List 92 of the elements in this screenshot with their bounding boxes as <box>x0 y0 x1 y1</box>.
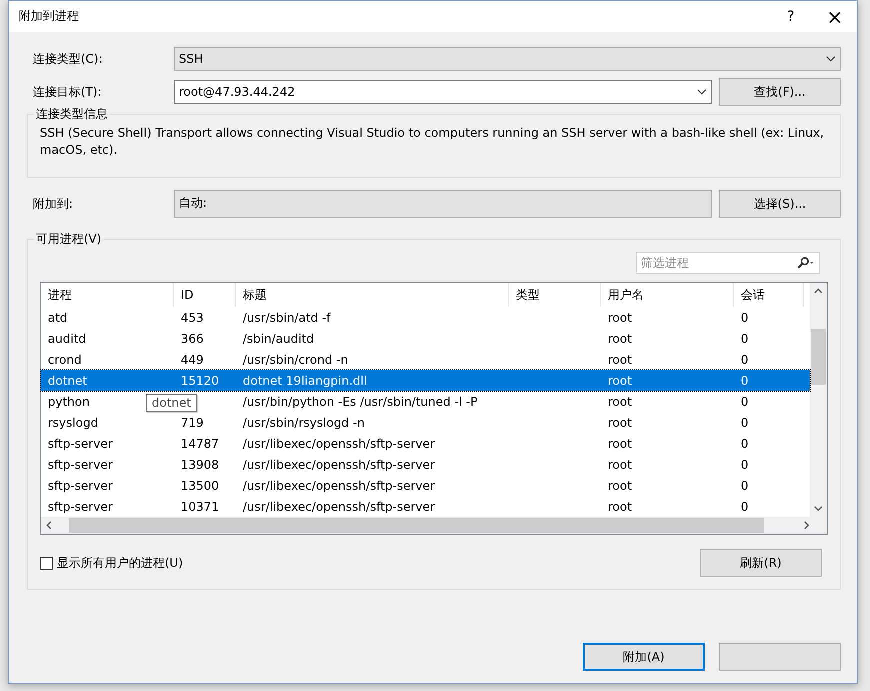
close-button[interactable]: × <box>813 1 857 32</box>
process-row[interactable]: atd 453 /usr/sbin/atd -f root 0 <box>41 307 810 328</box>
find-button[interactable]: 查找(F)... <box>719 78 841 106</box>
table-cell: dotnet 19liangpin.dll <box>243 374 368 388</box>
table-cell: 0 <box>741 478 749 492</box>
table-cell: root <box>608 478 632 492</box>
table-cell: 0 <box>741 332 749 346</box>
scroll-down-icon[interactable] <box>814 506 823 512</box>
field-label: 连接类型(C): <box>32 50 104 68</box>
window-title: 附加到进程 <box>19 8 80 25</box>
caret-icon <box>697 89 707 95</box>
connection-type-dropdown[interactable]: SSH <box>174 47 841 71</box>
process-row[interactable]: dotnet 15120 dotnet 19liangpin.dll root 0 <box>41 370 810 391</box>
table-cell: root <box>608 416 632 430</box>
table-cell: /usr/sbin/rsyslogd -n <box>243 416 365 430</box>
column-header[interactable]: 进程 <box>41 283 174 307</box>
column-header[interactable]: 会话 <box>734 283 804 307</box>
table-cell: crond <box>48 352 82 366</box>
table-cell: /usr/sbin/crond -n <box>243 352 348 366</box>
caret-icon <box>826 56 836 62</box>
table-cell: 453 <box>181 310 204 324</box>
table-cell: sftp-server <box>48 436 113 450</box>
scroll-left-icon[interactable] <box>46 521 52 530</box>
column-header[interactable]: 类型 <box>509 283 601 307</box>
table-cell: 13500 <box>181 478 220 492</box>
table-cell: 366 <box>181 332 204 346</box>
table-cell: sftp-server <box>48 500 113 514</box>
table-cell: /usr/libexec/openssh/sftp-server <box>243 500 436 514</box>
table-cell: root <box>608 352 632 366</box>
process-row[interactable]: rsyslogd 719 /usr/sbin/rsyslogd -n root 0 <box>41 412 810 433</box>
table-cell: /usr/bin/python -Es /usr/sbin/tuned -l -P <box>243 394 478 408</box>
table-cell: 0 <box>741 436 749 450</box>
select-button[interactable]: 选择(S)... <box>719 190 841 218</box>
attach-to-field: 自动: <box>174 190 712 218</box>
table-cell: 15120 <box>181 374 220 388</box>
refresh-button[interactable]: 刷新(R) <box>700 549 822 577</box>
table-cell: 719 <box>181 416 204 430</box>
group-title: 可用进程(V) <box>35 231 103 248</box>
process-row[interactable]: sftp-server 10371 /usr/libexec/openssh/sftp-server root 0 <box>41 496 810 517</box>
table-cell: 13908 <box>181 458 220 472</box>
table-cell: sftp-server <box>48 458 113 472</box>
connection-target-field[interactable]: root@47.93.44.242 <box>174 80 712 104</box>
field-label: 附加到: <box>32 196 74 212</box>
table-cell: 0 <box>741 374 749 388</box>
table-cell: auditd <box>48 332 86 346</box>
table-cell: atd <box>48 310 68 324</box>
table-cell: 0 <box>741 310 749 324</box>
table-cell: 0 <box>741 352 749 366</box>
table-cell: 449 <box>181 352 204 366</box>
table-cell: python <box>48 394 90 408</box>
scroll-up-icon[interactable] <box>814 288 823 294</box>
info-text: SSH (Secure Shell) Transport allows connecting Visual Studio to computers running an SSH server with a bash-like shell (ex: Linux, macOS, etc). <box>40 125 826 159</box>
show-all-checkbox[interactable]: 显示所有用户的进程(U) <box>40 554 184 572</box>
help-button[interactable]: ? <box>769 1 813 32</box>
table-cell: 0 <box>741 416 749 430</box>
table-cell: 0 <box>741 394 749 408</box>
table-cell: root <box>608 332 632 346</box>
table-cell: root <box>608 394 632 408</box>
column-header[interactable]: ID <box>174 283 236 307</box>
process-row[interactable]: python dotnet /usr/bin/python -Es /usr/sbin/tuned -l -P root 0 <box>41 391 810 412</box>
table-cell: root <box>608 310 632 324</box>
table-cell: 14787 <box>181 436 220 450</box>
table-cell: /sbin/auditd <box>243 332 314 346</box>
scroll-right-icon[interactable] <box>804 521 810 530</box>
table-cell: 0 <box>741 500 749 514</box>
table-cell: root <box>608 500 632 514</box>
table-cell: dotnet <box>48 374 88 388</box>
process-row[interactable]: auditd 366 /sbin/auditd root 0 <box>41 328 810 349</box>
group-title: 连接类型信息 <box>35 106 109 123</box>
vertical-scrollbar[interactable] <box>810 283 827 517</box>
tooltip: dotnet <box>146 394 198 412</box>
process-row[interactable]: sftp-server 14787 /usr/libexec/openssh/sftp-server root 0 <box>41 433 810 454</box>
column-header[interactable]: 用户名 <box>601 283 734 307</box>
cancel-button[interactable] <box>719 643 841 671</box>
table-cell: /usr/libexec/openssh/sftp-server <box>243 436 436 450</box>
table-cell: rsyslogd <box>48 416 98 430</box>
process-row[interactable]: sftp-server 13908 /usr/libexec/openssh/sftp-server root 0 <box>41 454 810 475</box>
column-header[interactable]: 标题 <box>236 283 509 307</box>
table-cell: 10371 <box>181 500 220 514</box>
table-cell: root <box>608 374 632 388</box>
process-row[interactable]: crond 449 /usr/sbin/crond -n root 0 <box>41 349 810 370</box>
attach-button[interactable]: 附加(A) <box>583 643 705 671</box>
field-label: 连接目标(T): <box>32 84 103 100</box>
table-cell: /usr/sbin/atd -f <box>243 310 331 324</box>
table-cell: sftp-server <box>48 478 113 492</box>
search-icon <box>797 257 815 269</box>
table-cell: /usr/libexec/openssh/sftp-server <box>243 458 436 472</box>
process-row[interactable]: sftp-server 13500 /usr/libexec/openssh/sftp-server root 0 <box>41 475 810 496</box>
table-cell: /usr/libexec/openssh/sftp-server <box>243 478 436 492</box>
table-cell: root <box>608 436 632 450</box>
table-cell: 0 <box>741 458 749 472</box>
table-cell: root <box>608 458 632 472</box>
